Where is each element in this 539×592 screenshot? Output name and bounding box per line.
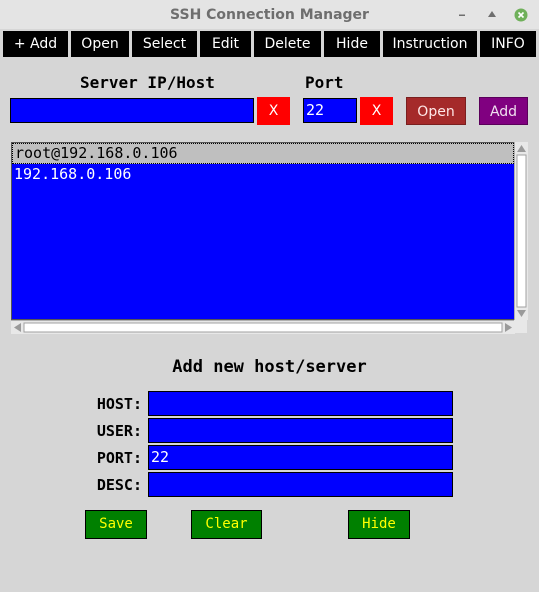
- user-field-input[interactable]: [148, 418, 453, 443]
- maximize-icon[interactable]: [485, 8, 499, 22]
- menu-add-button[interactable]: + Add: [3, 31, 68, 57]
- menu-info-button[interactable]: INFO: [480, 31, 536, 57]
- scrollbar-corner: [514, 320, 527, 333]
- scroll-right-arrow-icon: [505, 323, 512, 332]
- menu-hide-button[interactable]: Hide: [324, 31, 380, 57]
- host-field-label: HOST:: [96, 395, 142, 413]
- save-button[interactable]: Save: [85, 510, 147, 539]
- port-field-label: PORT:: [96, 449, 142, 467]
- menu-open-button[interactable]: Open: [71, 31, 129, 57]
- hide-form-button[interactable]: Hide: [348, 510, 410, 539]
- menu-select-button[interactable]: Select: [132, 31, 197, 57]
- port-label: Port: [305, 73, 344, 92]
- open-connection-button[interactable]: Open: [406, 97, 466, 125]
- desc-field-label: DESC:: [96, 476, 142, 494]
- close-icon[interactable]: [514, 8, 528, 22]
- server-host-input[interactable]: [10, 98, 254, 123]
- menu-edit-button[interactable]: Edit: [200, 31, 251, 57]
- add-connection-button[interactable]: Add: [479, 97, 528, 125]
- menu-instruction-button[interactable]: Instruction: [383, 31, 477, 57]
- port-clear-button[interactable]: X: [360, 97, 393, 125]
- host-field-input[interactable]: [148, 391, 453, 416]
- vertical-scrollbar[interactable]: [514, 142, 528, 320]
- port-input[interactable]: 22: [303, 98, 357, 123]
- menu-delete-button[interactable]: Delete: [254, 31, 321, 57]
- user-field-label: USER:: [96, 422, 142, 440]
- list-item-selected[interactable]: root@192.168.0.106: [12, 143, 514, 164]
- host-clear-button[interactable]: X: [257, 97, 290, 125]
- scroll-up-arrow-icon: [517, 145, 526, 152]
- minimize-icon[interactable]: [455, 8, 469, 22]
- port-field-input[interactable]: 22: [148, 445, 453, 470]
- scroll-left-arrow-icon: [14, 323, 21, 332]
- clear-button[interactable]: Clear: [191, 510, 262, 539]
- server-host-label: Server IP/Host: [80, 73, 215, 92]
- list-item[interactable]: 192.168.0.106: [12, 164, 514, 185]
- host-listbox[interactable]: root@192.168.0.106 192.168.0.106: [11, 142, 515, 320]
- scroll-down-arrow-icon: [517, 310, 526, 317]
- horizontal-scrollbar[interactable]: [11, 320, 515, 334]
- add-form-title: Add new host/server: [172, 357, 367, 377]
- desc-field-input[interactable]: [148, 472, 453, 497]
